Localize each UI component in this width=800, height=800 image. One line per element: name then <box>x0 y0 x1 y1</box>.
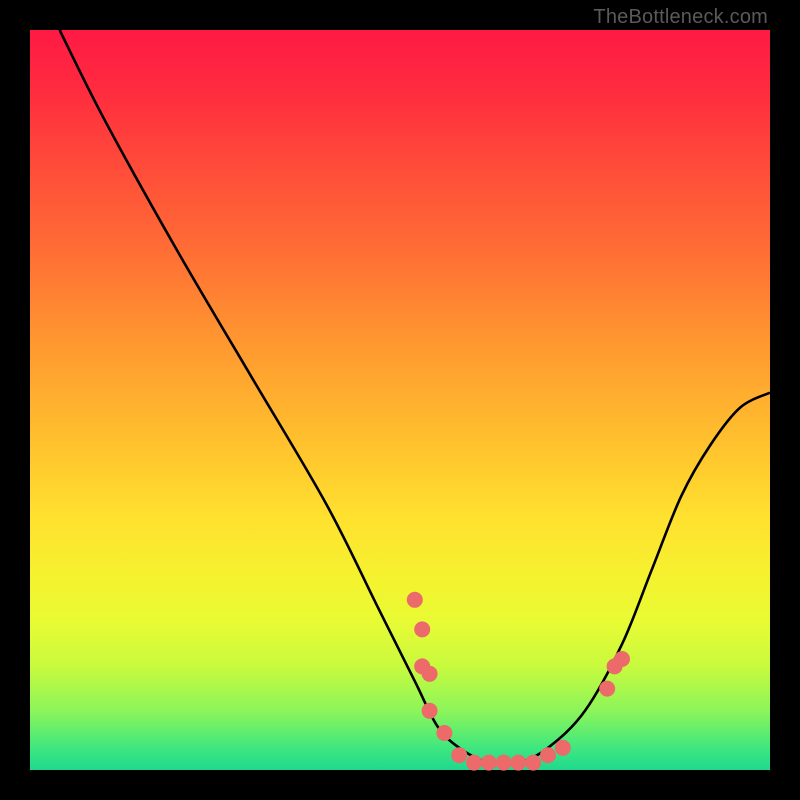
data-point <box>437 726 452 741</box>
data-point <box>407 592 422 607</box>
bottleneck-curve <box>60 30 770 764</box>
data-point <box>496 755 511 770</box>
data-point <box>555 740 570 755</box>
data-point <box>526 755 541 770</box>
data-point <box>452 748 467 763</box>
data-point <box>415 622 430 637</box>
chart-svg <box>30 30 770 770</box>
chart-plot-area <box>30 30 770 770</box>
watermark-text: TheBottleneck.com <box>593 6 768 29</box>
scatter-points <box>407 592 629 770</box>
data-point <box>467 755 482 770</box>
data-point <box>511 755 526 770</box>
data-point <box>615 652 630 667</box>
data-point <box>422 666 437 681</box>
data-point <box>422 703 437 718</box>
chart-frame: TheBottleneck.com <box>0 0 800 800</box>
data-point <box>541 748 556 763</box>
data-point <box>600 681 615 696</box>
data-point <box>481 755 496 770</box>
